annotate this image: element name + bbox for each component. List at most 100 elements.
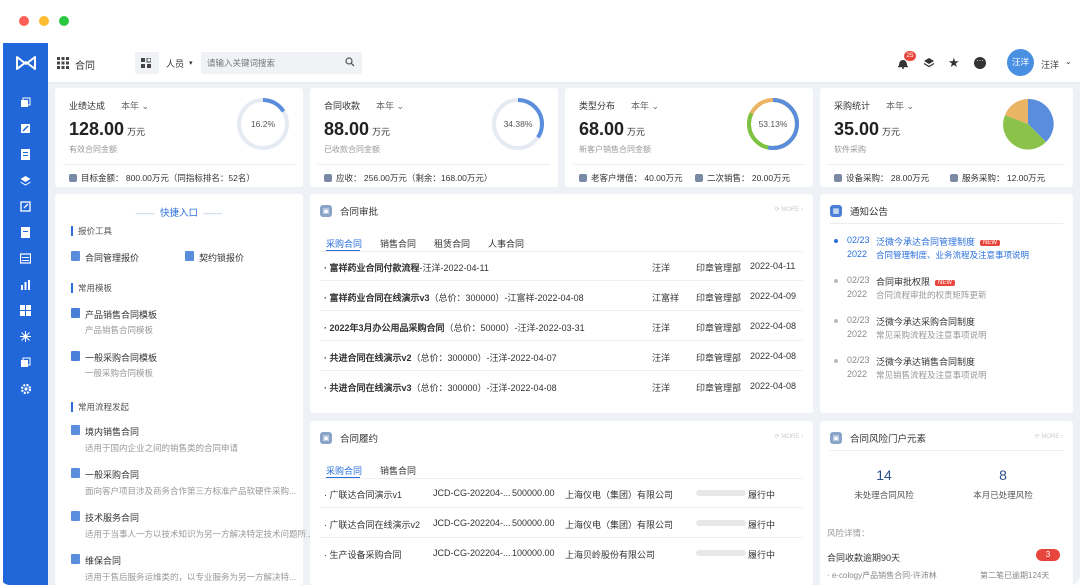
app-logo[interactable] [3, 43, 48, 83]
window-titlebar [0, 0, 1080, 43]
risk-item-title[interactable]: 合同收款逾期90天 [827, 551, 900, 564]
bar-chart-icon[interactable] [19, 278, 32, 291]
approval-title: · 富祥药业合同在线演示v3 [324, 293, 430, 303]
risk-unhandled-count[interactable]: 14 [834, 467, 934, 483]
tab-lease[interactable]: 租赁合同 [434, 237, 470, 250]
avatar[interactable]: 汪洋 [1007, 49, 1034, 76]
tab-purchase[interactable]: 采购合同 [326, 237, 362, 250]
risk-icon: ▣ [830, 432, 842, 444]
section-templates: 常用模板 [71, 283, 112, 293]
contract-name: · 生产设备采购合同 [324, 550, 402, 560]
minimize-window-button[interactable] [39, 16, 49, 26]
risk-item-contract[interactable]: · e-cology产品销售合同-许沛林 [827, 570, 937, 581]
tab-sales[interactable]: 销售合同 [380, 464, 416, 477]
flow-domestic-sales[interactable]: 境内销售合同 [85, 425, 139, 438]
approval-row[interactable]: · 共进合同在线演示v2（总价：300000）-汪洋-2022-04-07 汪洋… [320, 341, 803, 371]
contract-amount: 500000.00 [512, 518, 555, 528]
user-name[interactable]: 汪洋 [1041, 58, 1059, 71]
approval-row[interactable]: · 富祥药业合同在线演示v3（总价：300000）-江富祥-2022-04-08… [320, 281, 803, 311]
close-window-button[interactable] [19, 16, 29, 26]
approval-meta: （总价：300000）-汪洋-2022-04-08 [411, 383, 557, 393]
contract-party: 上海贝岭股份有限公司 [565, 550, 656, 560]
network-icon[interactable] [19, 330, 32, 343]
flow-tech-service[interactable]: 技术服务合同 [85, 511, 139, 524]
search-input[interactable] [207, 52, 337, 74]
notice-item[interactable]: 泛微今承达合同管理制度 NEW [876, 235, 1001, 248]
template-sales-contract[interactable]: 产品销售合同模板 [85, 308, 157, 321]
search-scope-select[interactable]: 人员 ▾ [159, 52, 201, 74]
notice-description: 合同流程审批的权责矩阵更新 [876, 290, 987, 300]
resale-icon [695, 174, 703, 182]
form-edit-icon[interactable] [19, 200, 32, 213]
contract-amount: 100000.00 [512, 548, 555, 558]
tab-sales[interactable]: 销售合同 [380, 237, 416, 250]
performance-row[interactable]: · 广联达合同在线演示v2 JCD-CG-202204-... 500000.0… [320, 508, 803, 538]
quote-icon [71, 251, 80, 261]
risk-detail-label: 风险详情： [827, 528, 870, 538]
document-icon[interactable] [19, 148, 32, 161]
kpi-title: 业绩达成 [69, 101, 106, 111]
search-scope-label: 人员 [166, 58, 185, 69]
flow-icon [71, 468, 80, 478]
edit-icon[interactable] [19, 122, 32, 135]
quick-link-lock-quote[interactable]: 契约锁报价 [199, 251, 244, 264]
settings-gear-icon[interactable] [19, 382, 32, 395]
panel-header: ▦ 通知公告 [830, 204, 888, 218]
more-link[interactable]: ⟳ MORE › [775, 206, 803, 213]
tab-hr[interactable]: 人事合同 [488, 237, 524, 250]
kpi-title: 采购统计 [834, 101, 871, 111]
copy-icon[interactable] [19, 96, 32, 109]
contract-amount: 500000.00 [512, 488, 555, 498]
kpi-value: 68.00 万元 [579, 119, 646, 139]
maximize-window-button[interactable] [59, 16, 69, 26]
more-link[interactable]: ⟳ MORE › [775, 433, 803, 440]
contract-name: · 广联达合同在线演示v2 [324, 520, 421, 530]
risk-handled-label: 本月已处理风险 [973, 490, 1033, 500]
star-icon[interactable]: ★ [948, 56, 960, 69]
timeline-dot [834, 359, 838, 363]
flow-maintenance[interactable]: 维保合同 [85, 554, 121, 567]
template-purchase-contract[interactable]: 一般采购合同模板 [85, 351, 157, 364]
section-flows: 常用流程发起 [71, 402, 129, 412]
kpi-value: 128.00 万元 [69, 119, 146, 139]
approval-row[interactable]: · 2022年3月办公用品采购合同（总价：50000）-汪洋-2022-03-3… [320, 311, 803, 341]
panel-header: ▣ 合同风险门户元素 [830, 431, 926, 445]
approval-meta: （总价：50000）-汪洋-2022-03-31 [444, 323, 585, 333]
archive-icon[interactable] [19, 356, 32, 369]
year-filter-dropdown[interactable]: 本年 ⌄ [631, 99, 659, 112]
search-category-icon[interactable] [141, 57, 152, 68]
template-description: 一般采购合同模板 [85, 368, 154, 378]
approval-row[interactable]: · 富祥药业合同付款流程-汪洋-2022-04-11 汪洋 印章管理部 2022… [320, 251, 803, 281]
contract-status: 履行中 [748, 490, 776, 500]
flow-general-purchase[interactable]: 一般采购合同 [85, 468, 139, 481]
stack-layers-icon[interactable] [923, 57, 935, 69]
search-icon[interactable] [345, 57, 355, 67]
approval-row[interactable]: · 共进合同在线演示v3（总价：300000）-汪洋-2022-04-08 汪洋… [320, 371, 803, 401]
notice-item[interactable]: 合同审批权限 NEW [876, 275, 956, 288]
performance-row[interactable]: · 广联达合同演示v1 JCD-CG-202204-... 500000.00 … [320, 478, 803, 508]
tab-purchase[interactable]: 采购合同 [326, 464, 362, 477]
notice-date: 02/23 [847, 235, 870, 245]
year-filter-dropdown[interactable]: 本年 ⌄ [886, 99, 914, 112]
quick-entry-panel: —— 快捷入口 —— 报价工具 合同管理报价 契约锁报价 常用模板 产品销售合同… [55, 194, 313, 585]
performance-row[interactable]: · 生产设备采购合同 JCD-CG-202204-... 100000.00 上… [320, 538, 803, 568]
approval-date: 2022-04-08 [750, 321, 797, 331]
year-filter-dropdown[interactable]: 本年 ⌄ [121, 99, 149, 112]
layers-icon[interactable] [19, 174, 32, 187]
ledger-icon[interactable] [19, 252, 32, 265]
more-options-icon[interactable]: ··· [974, 57, 986, 69]
quick-link-contract-quote[interactable]: 合同管理报价 [85, 251, 139, 264]
grid-apps-icon[interactable] [19, 304, 32, 317]
file-list-icon[interactable] [19, 226, 32, 239]
risk-handled-count[interactable]: 8 [953, 467, 1053, 483]
contract-code: JCD-CG-202204-... [433, 518, 511, 528]
new-badge: NEW [935, 280, 956, 286]
flow-description: 面向客户项目涉及商务合作第三方标准产品软硬件采购... [85, 486, 297, 496]
year-filter-dropdown[interactable]: 本年 ⌄ [376, 99, 404, 112]
template-description: 产品销售合同模板 [85, 325, 154, 335]
app-grid-icon[interactable] [57, 57, 69, 69]
user-menu-chevron-icon[interactable]: ⌄ [1065, 57, 1072, 66]
more-link[interactable]: ⟳ MORE › [1035, 433, 1063, 440]
notice-item[interactable]: 泛微今承达销售合同制度 [876, 355, 975, 368]
notice-item[interactable]: 泛微今承达采购合同制度 [876, 315, 975, 328]
